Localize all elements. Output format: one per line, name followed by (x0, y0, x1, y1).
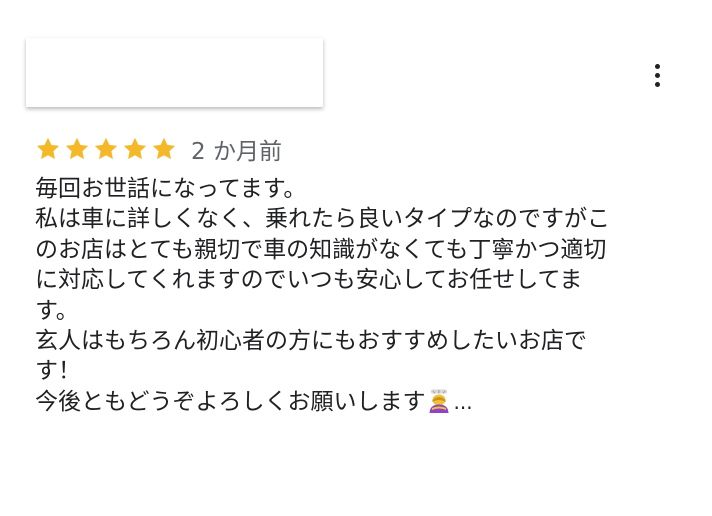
star-icon (36, 137, 60, 160)
more-vert-icon-dot (654, 63, 660, 69)
review-line: 毎回お世話になってます。 (35, 176, 307, 202)
review-line: 私は車に詳しくなく、乗れたら良いタイプなのですがこ (35, 206, 610, 233)
reviewer-profile-card[interactable] (26, 38, 323, 107)
review-line: す。 (35, 297, 79, 324)
star-icon (65, 137, 89, 160)
more-vert-icon-dot (654, 81, 660, 87)
review-text: 毎回お世話になってます。 私は車に詳しくなく、乗れたら良いタイプなのですがこ の… (35, 174, 675, 417)
review-line: に対応してくれますのでいつも安心してお任せしてま (35, 267, 583, 294)
more-vert-icon-dot (654, 72, 660, 78)
read-more-ellipsis[interactable]: ... (454, 390, 473, 414)
star-rating (35, 136, 177, 162)
star-icon (123, 137, 147, 160)
rating-row: 2 か月前 (35, 132, 282, 166)
star-icon (94, 137, 118, 160)
bowing-woman-emoji-icon (429, 389, 449, 413)
review-line-text: 今後ともどうぞよろしくお願いします (35, 388, 426, 415)
review-line: 玄人はもちろん初心者の方にもおすすめしたいお店で (35, 327, 587, 354)
review-line: す！ (35, 358, 81, 385)
star-icon (152, 137, 176, 160)
review-card: 2 か月前 毎回お世話になってます。 私は車に詳しくなく、乗れたら良いタイプなの… (0, 0, 712, 516)
review-last-line: 今後ともどうぞよろしくお願いします ... (35, 387, 675, 417)
review-line: のお店はとても親切で車の知識がなくても丁寧かつ適切 (35, 236, 607, 263)
review-date: 2 か月前 (191, 139, 282, 165)
more-options-button[interactable] (644, 60, 670, 90)
